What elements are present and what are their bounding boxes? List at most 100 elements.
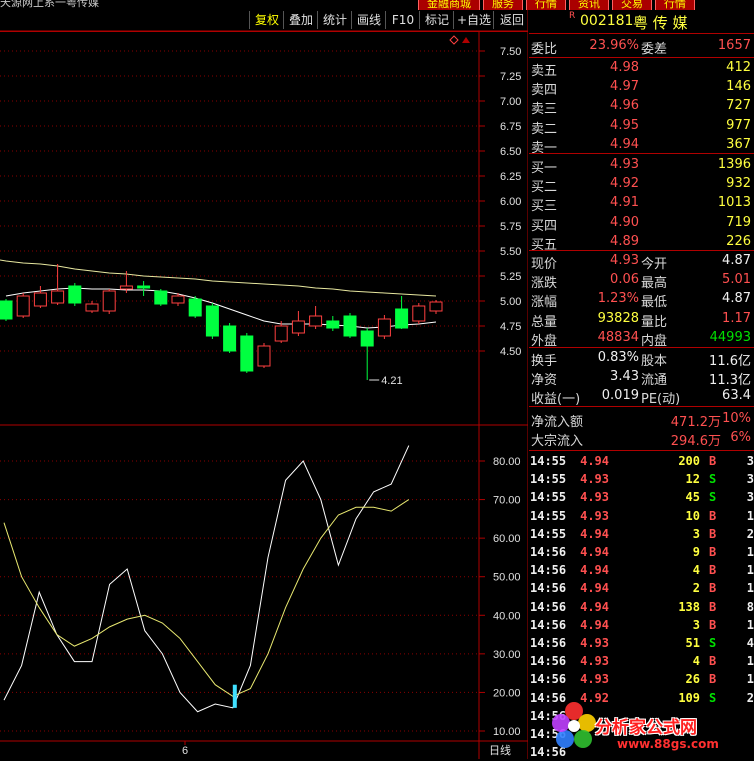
trade-count: 8 bbox=[746, 599, 754, 614]
fundamental-value: 0.019 bbox=[601, 388, 639, 404]
trade-row: 14:56 4.93 26 B 1 bbox=[529, 670, 754, 688]
ask-label: 卖五 bbox=[531, 64, 558, 79]
top-tab-4[interactable]: 交易 bbox=[612, 0, 652, 10]
bid-label: 买二 bbox=[531, 180, 558, 196]
candle-body-5 bbox=[85, 303, 99, 312]
trade-row: 14:55 4.94 200 B 3 bbox=[529, 452, 754, 470]
price-tick-label-0: 7.50 bbox=[500, 46, 521, 58]
trade-count: 3 bbox=[746, 454, 754, 468]
trade-price: 4.93 bbox=[580, 508, 609, 523]
price-tick-label-7: 5.75 bbox=[500, 221, 521, 233]
quote-label: 今开 bbox=[641, 257, 668, 272]
trade-volume: 12 bbox=[685, 472, 700, 487]
trade-time: 14:56 bbox=[530, 563, 567, 578]
bid-price: 4.89 bbox=[610, 233, 639, 249]
trade-time: 14:55 bbox=[530, 526, 567, 541]
bid-row-3: 买三 4.91 1013 bbox=[529, 194, 754, 215]
fundamental-value: 63.4 bbox=[722, 388, 751, 404]
trade-side: B bbox=[709, 508, 717, 523]
bid-volume: 226 bbox=[726, 233, 751, 249]
trade-price: 4.93 bbox=[580, 490, 609, 505]
price-tick-label-6: 6.00 bbox=[500, 196, 521, 208]
fundamental-value: 11.6亿 bbox=[709, 354, 751, 369]
period-label[interactable]: 日线 bbox=[489, 743, 511, 757]
candle-body-6 bbox=[102, 290, 116, 312]
quote-row-0: 现价 4.93 今开 4.87 bbox=[529, 252, 754, 272]
price-tick-label-11: 4.75 bbox=[500, 321, 521, 333]
trade-side: B bbox=[709, 599, 717, 614]
logo-petal-2 bbox=[574, 730, 592, 748]
quote-value: 1.23% bbox=[597, 291, 639, 307]
quote-value: 5.01 bbox=[722, 272, 751, 288]
quote-label: 涨跌 bbox=[531, 276, 558, 292]
bid-label: 买四 bbox=[531, 218, 558, 234]
quote-value: 93828 bbox=[597, 310, 639, 326]
diamond-marker-icon[interactable] bbox=[449, 35, 459, 45]
fundamental-row-2: 收益(一) 0.019 PE(动) 63.4 bbox=[529, 387, 754, 407]
logo-petal-4 bbox=[552, 714, 570, 732]
sep-quote bbox=[529, 347, 754, 348]
indicator-line-2 bbox=[3, 499, 410, 697]
candle-body-14 bbox=[240, 335, 254, 372]
ask-price: 4.98 bbox=[610, 60, 639, 75]
trade-side: B bbox=[709, 672, 717, 687]
top-tab-3[interactable]: 资讯 bbox=[569, 0, 609, 10]
flow-row-1: 大宗流入 294.6万 6% bbox=[529, 429, 754, 449]
bid-volume: 719 bbox=[726, 214, 751, 230]
bid-row-1: 买一 4.93 1396 bbox=[529, 156, 754, 176]
bid-label: 买三 bbox=[531, 199, 558, 215]
ask-row-4: 卖四 4.97 146 bbox=[529, 78, 754, 98]
trade-side: S bbox=[709, 472, 717, 487]
trade-row: 14:56 4.93 51 S 4 bbox=[529, 634, 754, 652]
trade-volume: 3 bbox=[692, 617, 700, 632]
candle-body-12 bbox=[205, 305, 219, 337]
trade-time: 14:56 bbox=[530, 636, 567, 650]
ask-price: 4.95 bbox=[610, 117, 639, 133]
trade-side: B bbox=[709, 617, 717, 632]
trade-volume: 3 bbox=[692, 526, 700, 541]
ask-row-3: 卖三 4.96 727 bbox=[529, 97, 754, 118]
trade-price: 4.94 bbox=[580, 526, 609, 541]
price-tick-label-3: 6.75 bbox=[500, 121, 521, 133]
triangle-marker-icon[interactable] bbox=[462, 37, 470, 43]
candle-body-2 bbox=[33, 292, 47, 307]
ma-long-line bbox=[0, 259, 437, 297]
sep-ratio bbox=[529, 57, 754, 58]
candle-body-0 bbox=[0, 300, 13, 320]
x-tick-label: 6 bbox=[182, 745, 188, 757]
indicator-line-1 bbox=[3, 445, 410, 713]
trade-price: 4.94 bbox=[580, 599, 609, 614]
ask-label: 卖三 bbox=[531, 102, 558, 118]
sep-fundamentals bbox=[529, 406, 754, 407]
ask-price: 4.94 bbox=[610, 136, 639, 152]
candle-body-13 bbox=[223, 325, 237, 352]
bid-volume: 932 bbox=[726, 176, 751, 192]
bid-row-2: 买二 4.92 932 bbox=[529, 175, 754, 196]
trade-row: 14:56 4.94 9 B 1 bbox=[529, 543, 754, 561]
candle-body-9 bbox=[154, 290, 168, 305]
trade-row: 14:55 4.93 45 S 3 bbox=[529, 488, 754, 506]
top-tab-2[interactable]: 行情 bbox=[526, 0, 566, 10]
ask-price: 4.96 bbox=[610, 98, 639, 114]
ask-volume: 146 bbox=[726, 79, 751, 95]
candle-body-23 bbox=[395, 308, 409, 329]
trade-side: B bbox=[709, 654, 717, 669]
candle-body-21 bbox=[360, 330, 374, 347]
trade-price: 4.93 bbox=[580, 654, 609, 669]
candle-body-19 bbox=[326, 320, 340, 329]
trade-row: 14:55 4.94 3 B 2 bbox=[529, 525, 754, 543]
trade-count: 1 bbox=[746, 672, 754, 687]
low-annotation-label: 4.21 bbox=[381, 375, 402, 387]
candle-body-7 bbox=[119, 285, 133, 290]
candle-body-3 bbox=[51, 290, 65, 304]
price-tick-label-4: 6.50 bbox=[500, 146, 521, 158]
stock-name: 粤 传 媒 bbox=[633, 14, 688, 32]
flow-percent: 10% bbox=[722, 411, 751, 426]
chart-area[interactable]: 7.50 7.25 7.00 6.75 6.50 6.25 6.00 5.75 5.50 5.25… bbox=[0, 0, 528, 759]
fundamental-label: 净资 bbox=[531, 373, 558, 389]
top-tab-5[interactable]: 行情 bbox=[655, 0, 695, 10]
quote-label: 现价 bbox=[531, 257, 558, 272]
price-tick-label-10: 5.00 bbox=[500, 296, 521, 308]
candle-body-20 bbox=[343, 315, 357, 337]
bid-volume: 1396 bbox=[717, 157, 751, 172]
